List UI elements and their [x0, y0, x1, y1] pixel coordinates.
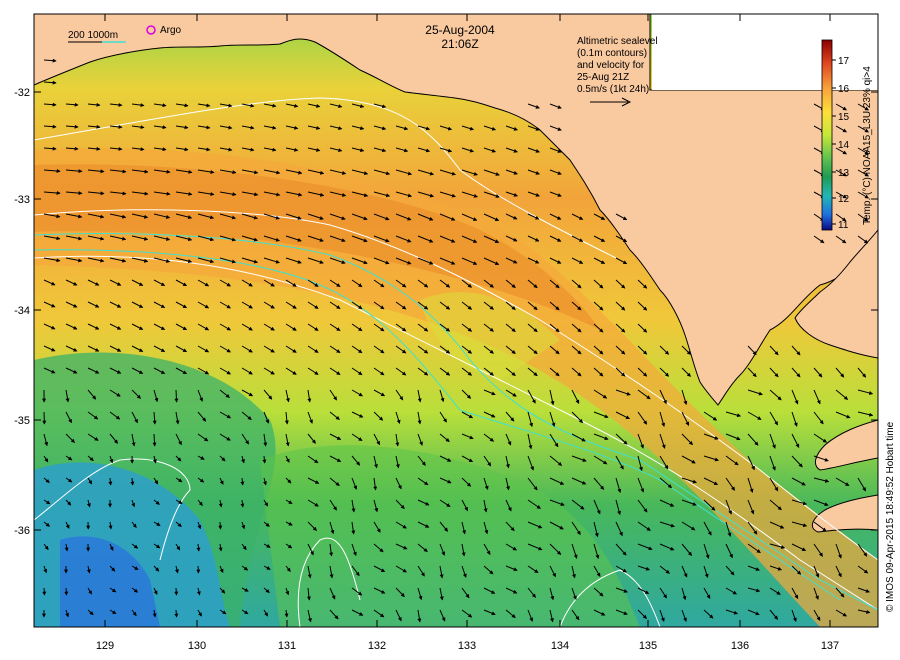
velocity-arrow — [174, 389, 179, 403]
velocity-arrow — [152, 433, 157, 447]
x-tick-label: 134 — [551, 640, 569, 652]
colorbar-tick-label: 15 — [838, 112, 850, 123]
y-tick-label: -36 — [14, 525, 30, 537]
x-tick-label: 136 — [731, 640, 749, 652]
colorbar-tick-label: 14 — [838, 140, 850, 151]
velocity-arrow — [64, 587, 69, 596]
time-label: 21:06Z — [441, 37, 478, 51]
argo-label: Argo — [160, 25, 182, 36]
velocity-arrow — [42, 587, 47, 596]
x-tick-label: 130 — [188, 640, 206, 652]
colorbar-tick-label: 16 — [838, 84, 850, 95]
velocity-arrow — [240, 477, 245, 486]
colorbar-tick-label: 12 — [838, 194, 850, 205]
sst-map: 129 130 131 132 133 134 135 136 137 -32 -33 -34 -35… — [14, 13, 896, 652]
velocity-arrow — [174, 587, 179, 596]
nodata-patch — [652, 14, 878, 90]
credit-text: © IMOS 09-Apr-2015 18:49:52 Hobart time — [885, 421, 896, 612]
x-tick-label: 129 — [96, 640, 114, 652]
y-tick-label: -34 — [14, 305, 30, 317]
velocity-note-line-2: (0.1m contours) — [577, 48, 647, 59]
scale-legend-label: 200 1000m — [68, 30, 118, 41]
velocity-note-line-5: 0.5m/s (1kt 24h) — [577, 84, 649, 95]
x-tick-label: 137 — [821, 640, 839, 652]
date-label: 25-Aug-2004 — [425, 23, 495, 37]
x-tick-label: 133 — [458, 640, 476, 652]
velocity-note-line-1: Altimetric sealevel — [577, 36, 658, 47]
velocity-arrow — [108, 477, 113, 486]
velocity-arrow — [218, 521, 223, 530]
velocity-note-line-4: 25-Aug 21Z — [577, 72, 629, 83]
x-tick-label: 131 — [278, 640, 296, 652]
plot-area — [34, 14, 878, 627]
x-tick-label: 132 — [368, 640, 386, 652]
velocity-arrow — [196, 565, 201, 574]
velocity-arrow — [262, 455, 267, 464]
colorbar-tick-label: 17 — [838, 56, 850, 67]
velocity-arrow — [130, 477, 135, 486]
colorbar-title: Temp. (°C) NOAA15_L3U 23% qi>4 — [862, 66, 873, 225]
velocity-note-line-3: and velocity for — [577, 60, 645, 71]
y-tick-label: -35 — [14, 415, 30, 427]
x-tick-label: 135 — [639, 640, 657, 652]
velocity-arrow — [174, 609, 179, 618]
y-tick-label: -32 — [14, 87, 30, 99]
colorbar-tick-label: 11 — [838, 220, 849, 231]
colorbar-gradient — [821, 39, 833, 231]
y-tick-label: -33 — [14, 194, 30, 206]
colorbar-tick-label: 13 — [838, 168, 850, 179]
